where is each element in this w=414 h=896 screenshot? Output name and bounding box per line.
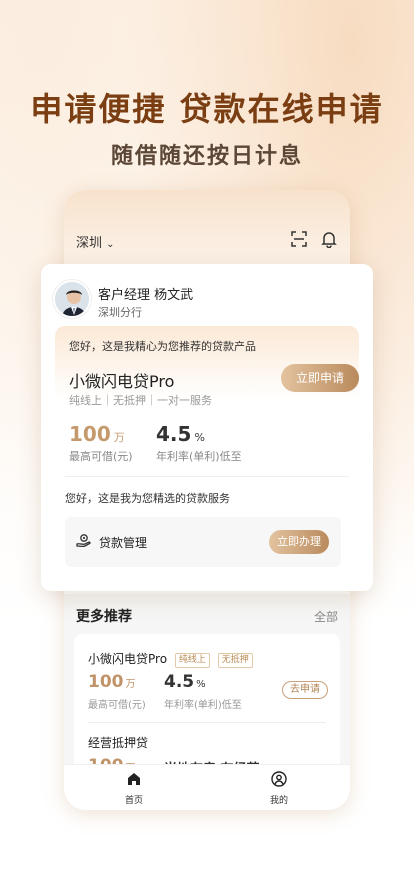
list-item-rate: 4.5% — [164, 672, 206, 692]
tag-no-collateral: 无抵押 — [217, 653, 253, 668]
handle-now-button[interactable]: 立即办理 — [269, 530, 329, 554]
city-selector[interactable]: 深圳 ⌄ — [76, 232, 115, 251]
chevron-down-icon: ⌄ — [106, 239, 115, 250]
hero-headline: 申请便捷 贷款在线申请 — [30, 90, 384, 128]
tab-home-label: 首页 — [124, 796, 143, 806]
user-icon — [271, 771, 287, 787]
bell-icon[interactable] — [320, 230, 338, 248]
tab-mine-label: 我的 — [269, 796, 288, 806]
apply-now-button[interactable]: 立即申请 — [281, 364, 359, 392]
list-item-amount: 100万 — [88, 672, 136, 692]
divider — [65, 476, 349, 477]
tab-home[interactable]: 首页 — [104, 771, 164, 806]
more-all-link[interactable]: 全部 — [314, 608, 338, 625]
annual-rate-label: 年利率(单利)低至 — [156, 450, 242, 463]
loan-management-icon — [76, 534, 91, 548]
go-apply-button[interactable]: 去申请 — [282, 681, 328, 699]
product-greeting: 您好，这是我精心为您推荐的贷款产品 — [69, 340, 256, 353]
list-item-title: 小微闪电贷Pro — [88, 652, 168, 666]
home-icon — [128, 773, 140, 785]
tag-online: 纯线上 — [174, 653, 210, 668]
avatar — [53, 280, 91, 318]
list-item-title: 经营抵押贷 — [88, 736, 149, 750]
product-name: 小微闪电贷Pro — [69, 372, 175, 391]
product-tags: 纯线上｜无抵押｜一对一服务 — [69, 394, 212, 407]
list-item-amount-label: 最高可借(元) — [88, 700, 146, 711]
service-greeting: 您好，这是我为您精选的贷款服务 — [65, 492, 230, 505]
max-amount-label: 最高可借(元) — [69, 450, 133, 463]
service-name: 贷款管理 — [99, 536, 148, 550]
tab-bar: 首页 我的 — [64, 764, 350, 810]
city-label: 深圳 — [76, 236, 103, 251]
list-item-rate-label: 年利率(单利)低至 — [164, 700, 242, 711]
more-title: 更多推荐 — [76, 609, 132, 625]
manager-name: 客户经理 杨文武 — [98, 288, 194, 303]
manager-card: 客户经理 杨文武 深圳分行 您好，这是我精心为您推荐的贷款产品 小微闪电贷Pro… — [41, 264, 373, 591]
hero-subline: 随借随还按日计息 — [110, 144, 303, 169]
list-item-name: 小微闪电贷Pro 纯线上 无抵押 — [88, 650, 253, 668]
service-row[interactable]: 贷款管理 立即办理 — [65, 517, 341, 567]
tab-mine[interactable]: 我的 — [249, 771, 309, 806]
manager-branch: 深圳分行 — [98, 306, 142, 319]
annual-rate: 4.5% — [156, 422, 205, 446]
scan-icon[interactable] — [290, 230, 308, 248]
divider — [88, 722, 326, 723]
max-amount: 100 万 — [69, 422, 125, 446]
